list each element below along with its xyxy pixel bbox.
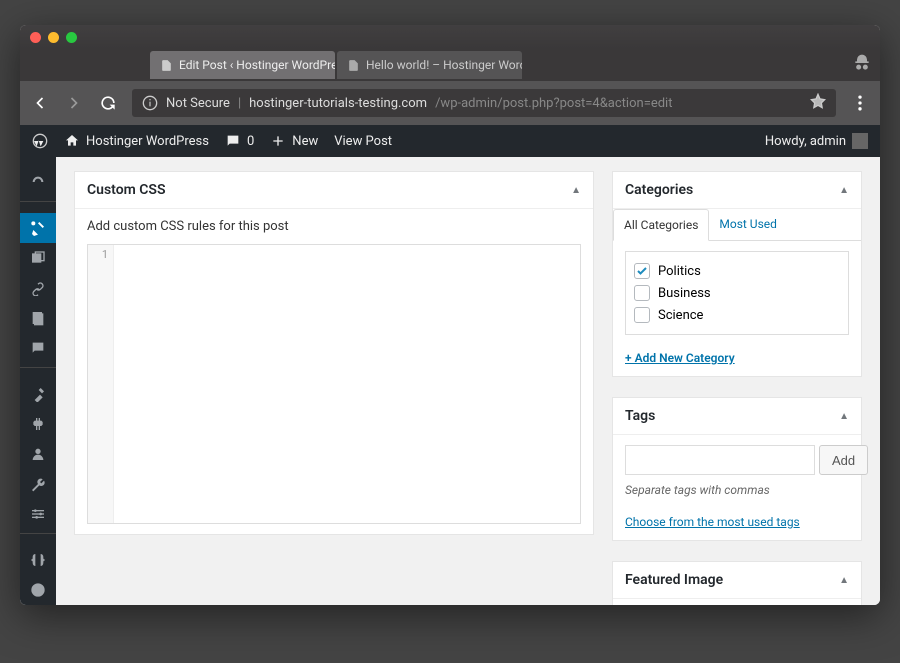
bookmark-icon[interactable] bbox=[810, 93, 826, 113]
sidebar-item-users[interactable] bbox=[20, 439, 56, 469]
collapse-icon: ▲ bbox=[571, 185, 581, 196]
category-item-science[interactable]: Science bbox=[634, 304, 840, 326]
comments[interactable]: 0 bbox=[225, 133, 254, 149]
collapse-icon: ▲ bbox=[839, 575, 849, 586]
featured-image-header[interactable]: Featured Image ▲ bbox=[613, 562, 861, 599]
checkbox-checked-icon[interactable] bbox=[634, 263, 650, 279]
checkbox-icon[interactable] bbox=[634, 307, 650, 323]
sidebar-item-plugins[interactable] bbox=[20, 409, 56, 439]
checkbox-icon[interactable] bbox=[634, 285, 650, 301]
panel-title: Custom CSS bbox=[87, 182, 166, 198]
browser-tab-hello-world[interactable]: Hello world! – Hostinger WordP × bbox=[337, 51, 522, 79]
wp-logo[interactable] bbox=[32, 133, 48, 149]
admin-sidebar bbox=[20, 157, 56, 605]
maximize-window-button[interactable] bbox=[66, 32, 77, 43]
choose-tags-link[interactable]: Choose from the most used tags bbox=[625, 515, 800, 529]
sidebar-collapse[interactable] bbox=[20, 575, 56, 605]
avatar bbox=[852, 133, 868, 149]
incognito-icon bbox=[852, 53, 872, 77]
panel-title: Featured Image bbox=[625, 572, 723, 588]
close-window-button[interactable] bbox=[30, 32, 41, 43]
tags-panel: Tags ▲ Add Separate tags with commas Cho… bbox=[612, 397, 862, 541]
wp-admin-bar: Hostinger WordPress 0 New View Post Howd… bbox=[20, 125, 880, 157]
sidebar-item-custom-css[interactable] bbox=[20, 545, 56, 575]
collapse-icon: ▲ bbox=[839, 411, 849, 422]
new[interactable]: New bbox=[270, 133, 318, 149]
browser-tabs: Edit Post ‹ Hostinger WordPress × Hello … bbox=[20, 49, 880, 81]
site-name[interactable]: Hostinger WordPress bbox=[64, 133, 209, 149]
category-label: Business bbox=[658, 286, 711, 301]
collapse-icon: ▲ bbox=[839, 185, 849, 196]
tab-all-categories[interactable]: All Categories bbox=[613, 209, 709, 241]
sidebar-item-tools[interactable] bbox=[20, 469, 56, 499]
category-item-politics[interactable]: Politics bbox=[634, 260, 840, 282]
back-button[interactable] bbox=[30, 93, 50, 113]
howdy-user[interactable]: Howdy, admin bbox=[765, 133, 868, 149]
address-bar: Not Secure | hostinger-tutorials-testing… bbox=[20, 81, 880, 125]
sidebar-item-settings[interactable] bbox=[20, 499, 56, 529]
info-icon bbox=[142, 95, 158, 111]
custom-css-description: Add custom CSS rules for this post bbox=[87, 219, 581, 234]
category-item-business[interactable]: Business bbox=[634, 282, 840, 304]
sidebar-item-comments[interactable] bbox=[20, 333, 56, 363]
categories-panel: Categories ▲ All Categories Most Used Po… bbox=[612, 171, 862, 377]
line-number: 1 bbox=[88, 245, 114, 523]
add-new-category-link[interactable]: + Add New Category bbox=[625, 351, 735, 365]
add-tag-button[interactable]: Add bbox=[819, 445, 868, 475]
panel-title: Tags bbox=[625, 408, 655, 424]
category-label: Science bbox=[658, 308, 703, 323]
sidebar-item-media[interactable] bbox=[20, 243, 56, 273]
tab-title: Edit Post ‹ Hostinger WordPress bbox=[179, 58, 335, 72]
sidebar-item-appearance[interactable] bbox=[20, 379, 56, 409]
forward-button[interactable] bbox=[64, 93, 84, 113]
not-secure-label: Not Secure bbox=[166, 96, 230, 111]
tab-most-used[interactable]: Most Used bbox=[709, 209, 787, 240]
tag-input[interactable] bbox=[625, 445, 815, 475]
tags-hint: Separate tags with commas bbox=[625, 483, 849, 497]
sidebar-item-pages[interactable] bbox=[20, 303, 56, 333]
category-label: Politics bbox=[658, 264, 701, 279]
browser-tab-edit-post[interactable]: Edit Post ‹ Hostinger WordPress × bbox=[150, 51, 335, 79]
url-path: /wp-admin/post.php?post=4&action=edit bbox=[435, 96, 672, 111]
view-post[interactable]: View Post bbox=[334, 134, 392, 149]
url-host: hostinger-tutorials-testing.com bbox=[249, 96, 427, 111]
custom-css-panel: Custom CSS ▲ Add custom CSS rules for th… bbox=[74, 171, 594, 535]
css-editor[interactable]: 1 bbox=[87, 244, 581, 524]
sidebar-item-posts[interactable] bbox=[20, 213, 56, 243]
browser-menu-button[interactable] bbox=[850, 93, 870, 113]
custom-css-header[interactable]: Custom CSS ▲ bbox=[75, 172, 593, 209]
tags-header[interactable]: Tags ▲ bbox=[613, 398, 861, 435]
tab-title: Hello world! – Hostinger WordP bbox=[366, 58, 522, 72]
featured-image-panel: Featured Image ▲ Set featured image bbox=[612, 561, 862, 605]
page-icon bbox=[160, 59, 173, 72]
url-input[interactable]: Not Secure | hostinger-tutorials-testing… bbox=[132, 89, 836, 117]
minimize-window-button[interactable] bbox=[48, 32, 59, 43]
category-list: Politics Business Science bbox=[625, 251, 849, 335]
page-icon bbox=[347, 59, 360, 72]
reload-button[interactable] bbox=[98, 93, 118, 113]
window-titlebar bbox=[20, 25, 880, 49]
panel-title: Categories bbox=[625, 182, 693, 198]
sidebar-item-dashboard[interactable] bbox=[20, 167, 56, 197]
categories-header[interactable]: Categories ▲ bbox=[613, 172, 861, 209]
sidebar-item-links[interactable] bbox=[20, 273, 56, 303]
